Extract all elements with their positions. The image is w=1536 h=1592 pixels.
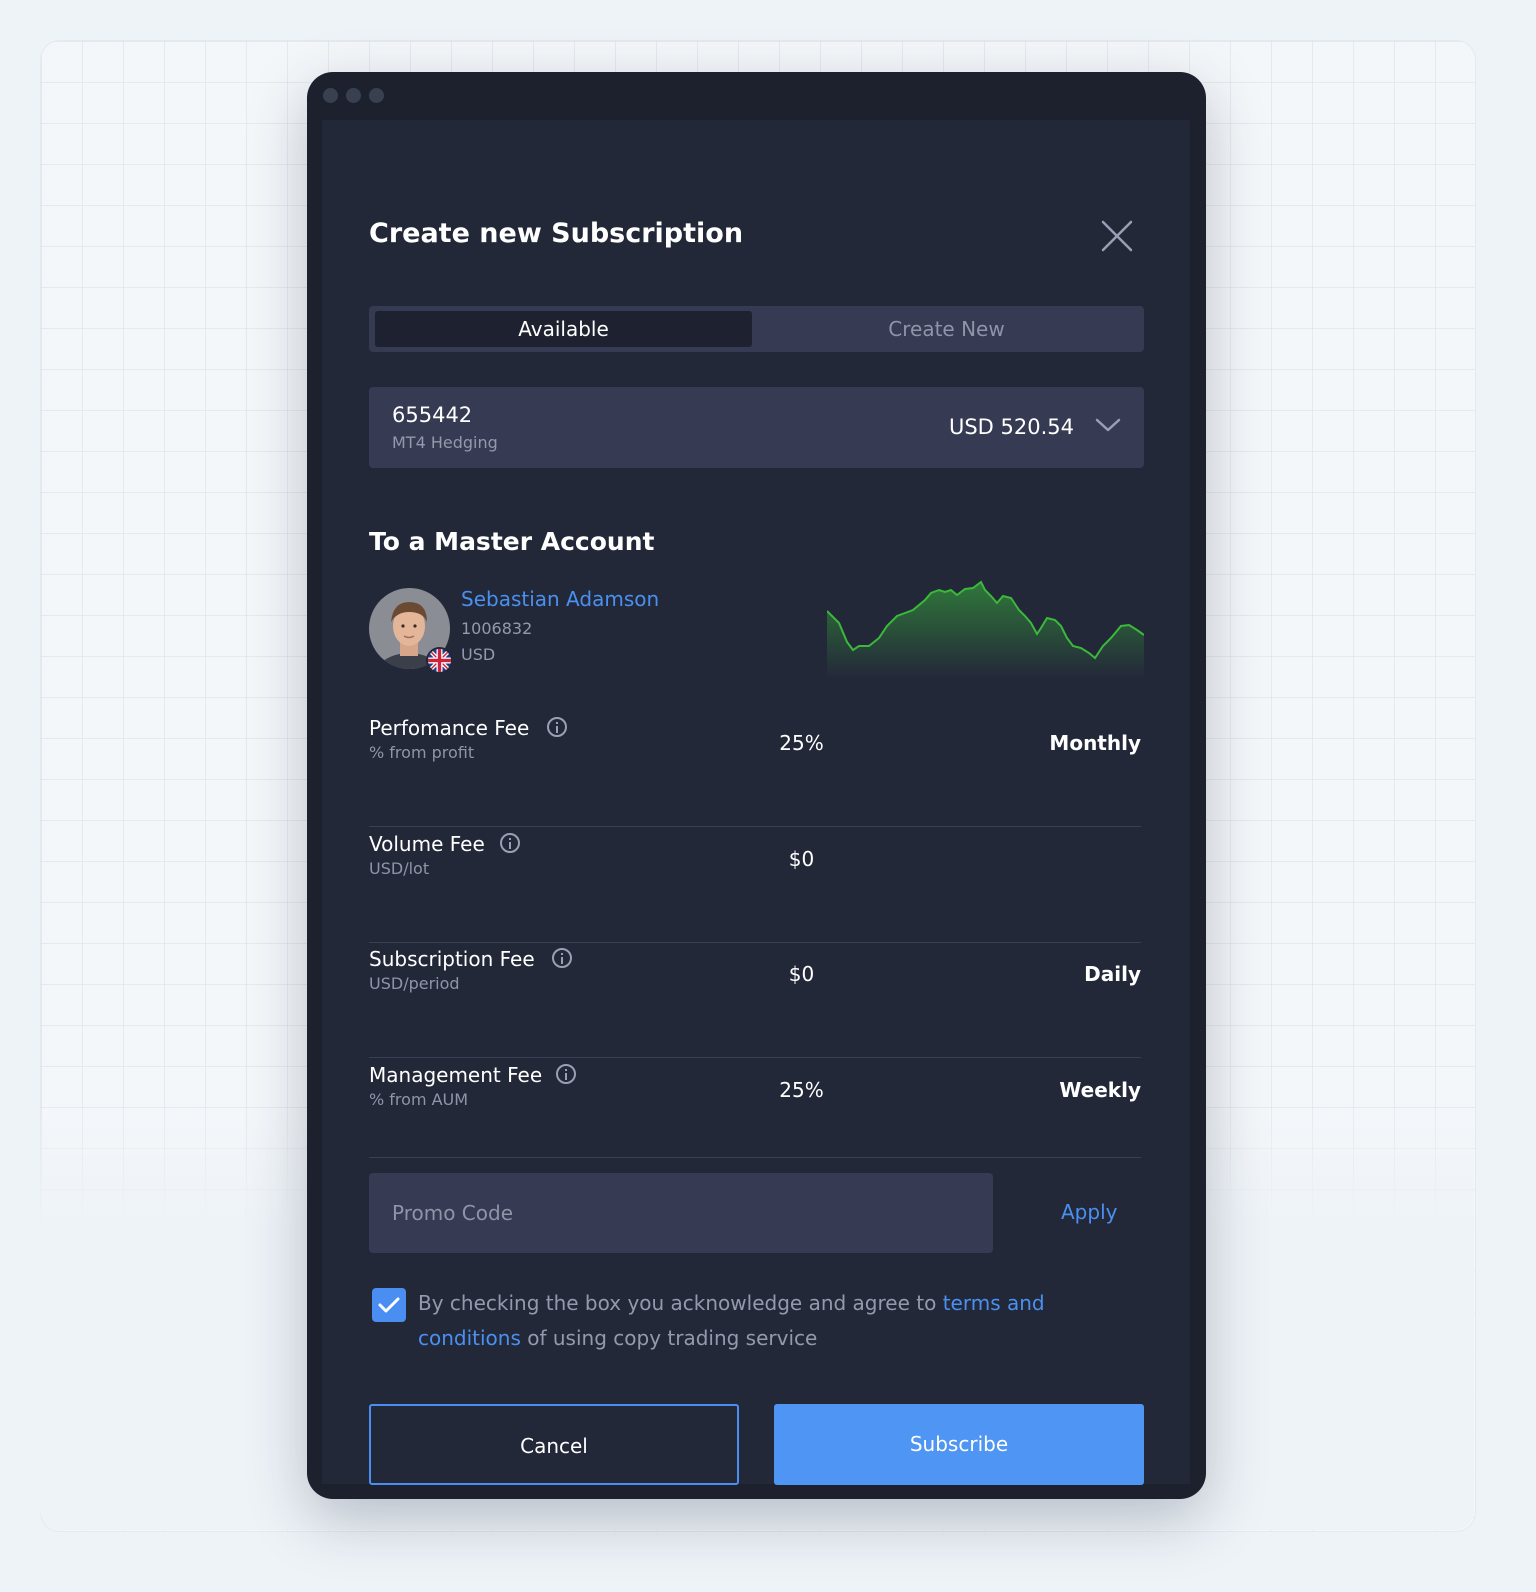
account-type: MT4 Hedging — [392, 433, 498, 452]
fee-label: Perfomance Fee — [369, 716, 530, 740]
fee-row-volume: Volume Fee USD/lot $0 — [369, 832, 1141, 943]
apply-promo-button[interactable]: Apply — [1061, 1200, 1117, 1224]
performance-sparkline — [826, 578, 1145, 678]
terms-text-after: of using copy trading service — [520, 1326, 818, 1350]
master-currency: USD — [461, 645, 496, 664]
fee-row-subscription: Subscription Fee USD/period $0 Daily — [369, 947, 1141, 1058]
check-icon — [378, 1297, 400, 1313]
fee-sub: USD/period — [369, 974, 460, 993]
window-dot-maximize[interactable] — [369, 88, 384, 103]
fee-label: Volume Fee — [369, 832, 485, 856]
fee-sub: % from profit — [369, 743, 475, 762]
window-dot-close[interactable] — [323, 88, 338, 103]
fee-value: 25% — [779, 1078, 824, 1102]
fee-sub: % from AUM — [369, 1090, 469, 1109]
modal-title: Create new Subscription — [369, 218, 744, 249]
fee-value: $0 — [788, 847, 815, 871]
fee-period: Weekly — [1059, 1078, 1141, 1102]
fee-row-performance: Perfomance Fee % from profit 25% Monthly — [369, 716, 1141, 827]
info-icon[interactable] — [552, 948, 572, 968]
fee-sub: USD/lot — [369, 859, 430, 878]
cancel-button[interactable]: Cancel — [369, 1404, 739, 1485]
fee-value: 25% — [779, 731, 824, 755]
fee-label: Subscription Fee — [369, 947, 535, 971]
terms-text-before: By checking the box you acknowledge and … — [418, 1291, 943, 1315]
fee-period: Daily — [1084, 962, 1141, 986]
account-balance: USD 520.54 — [948, 415, 1074, 439]
window-controls — [323, 88, 384, 103]
subscription-modal: Create new Subscription Available Create… — [322, 120, 1190, 1485]
window-dot-minimize[interactable] — [346, 88, 361, 103]
master-id: 1006832 — [461, 619, 533, 638]
info-icon[interactable] — [547, 717, 567, 737]
section-title: To a Master Account — [369, 527, 655, 556]
terms-text: By checking the box you acknowledge and … — [418, 1286, 1098, 1356]
close-icon[interactable] — [1099, 218, 1135, 254]
app-window: Create new Subscription Available Create… — [307, 72, 1206, 1499]
fee-row-management: Management Fee % from AUM 25% Weekly — [369, 1063, 1141, 1158]
info-icon[interactable] — [500, 833, 520, 853]
fee-period: Monthly — [1049, 731, 1141, 755]
account-tabs: Available Create New — [369, 306, 1144, 352]
uk-flag-icon — [426, 647, 453, 674]
master-name-link[interactable]: Sebastian Adamson — [461, 587, 659, 611]
account-select[interactable]: 655442 MT4 Hedging USD 520.54 — [369, 387, 1144, 468]
fee-label: Management Fee — [369, 1063, 543, 1087]
info-icon[interactable] — [556, 1064, 576, 1084]
tab-available[interactable]: Available — [375, 311, 752, 347]
chevron-down-icon[interactable] — [1094, 415, 1122, 435]
account-number: 655442 — [392, 403, 473, 427]
terms-checkbox[interactable] — [372, 1288, 406, 1322]
fee-value: $0 — [788, 962, 815, 986]
subscribe-button[interactable]: Subscribe — [774, 1404, 1144, 1485]
promo-code-input[interactable] — [369, 1173, 993, 1253]
tab-create-new[interactable]: Create New — [754, 311, 1139, 347]
